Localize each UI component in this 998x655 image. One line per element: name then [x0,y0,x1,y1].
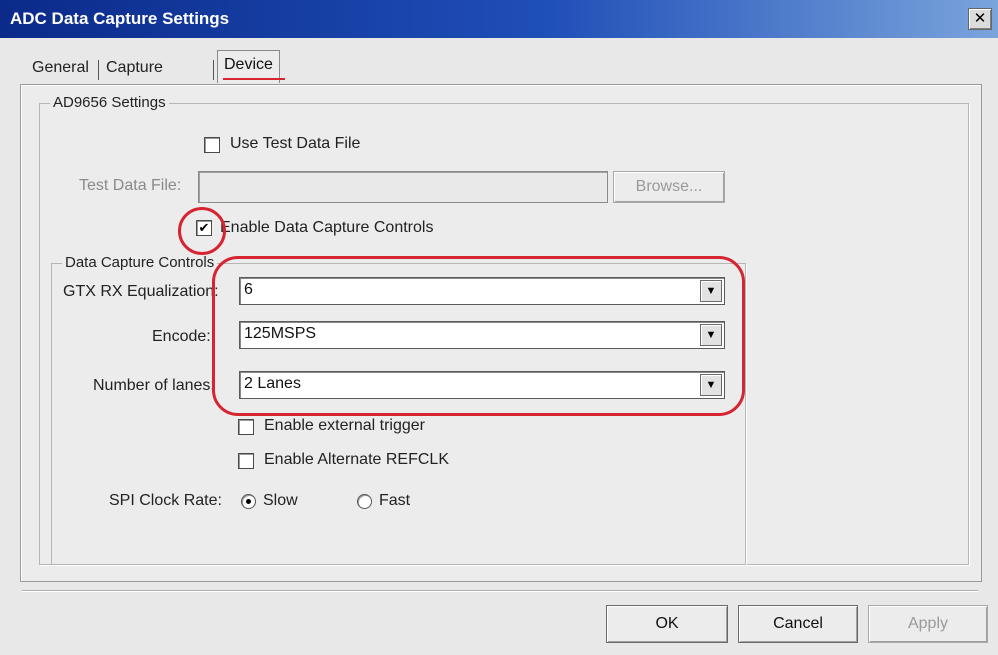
cancel-button[interactable]: Cancel [738,605,858,643]
browse-button[interactable]: Browse... [613,171,725,203]
apply-button[interactable]: Apply [868,605,988,643]
encode-value: 125MSPS [244,325,317,342]
window-title: ADC Data Capture Settings [10,9,230,28]
tab-general[interactable]: General [28,54,93,82]
enable-alternate-refclk-checkbox[interactable] [238,453,254,469]
check-mark-icon: ✔ [198,220,210,235]
enable-alternate-refclk-label: Enable Alternate REFCLK [264,451,449,468]
title-bar: ADC Data Capture Settings ✕ [0,0,998,38]
data-capture-controls-group: Data Capture Controls [51,254,746,565]
footer-divider [22,590,978,591]
enable-external-trigger-label: Enable external trigger [264,417,425,434]
number-of-lanes-value: 2 Lanes [244,375,301,392]
radio-selected-dot [246,499,251,504]
gtx-rx-equalization-value: 6 [244,281,253,298]
gtx-rx-equalization-label: GTX RX Equalization: [63,283,219,300]
enable-data-capture-controls-checkbox[interactable]: ✔ [196,220,212,236]
spi-clock-slow-radio[interactable] [241,494,256,509]
device-tab-panel: AD9656 Settings Use Test Data File Test … [20,84,982,582]
tab-separator [98,60,99,80]
spi-clock-fast-radio[interactable] [357,494,372,509]
chevron-down-icon[interactable]: ▼ [700,374,722,396]
enable-data-capture-controls-label: Enable Data Capture Controls [220,219,434,236]
use-test-data-file-label: Use Test Data File [230,135,361,152]
tab-capture-board[interactable]: Capture Board [102,54,167,104]
data-capture-controls-title: Data Capture Controls [62,254,218,271]
chevron-down-icon[interactable]: ▼ [700,280,722,302]
close-button[interactable]: ✕ [968,8,992,30]
gtx-rx-equalization-select[interactable]: 6 ▼ [239,277,725,305]
tab-separator [213,60,214,80]
spi-clock-rate-label: SPI Clock Rate: [109,492,222,509]
spi-clock-fast-label: Fast [379,492,411,509]
test-data-file-label: Test Data File: [79,177,182,194]
encode-label: Encode: [152,328,211,345]
ad9656-settings-title: AD9656 Settings [50,94,169,111]
active-tab-annotation-underline [223,78,285,80]
ok-button[interactable]: OK [606,605,728,643]
chevron-down-icon[interactable]: ▼ [700,324,722,346]
test-data-file-input[interactable] [198,171,608,203]
spi-clock-slow-label: Slow [263,492,298,509]
number-of-lanes-select[interactable]: 2 Lanes ▼ [239,371,725,399]
encode-select[interactable]: 125MSPS ▼ [239,321,725,349]
close-icon: ✕ [973,10,987,27]
number-of-lanes-label: Number of lanes: [93,377,215,394]
use-test-data-file-checkbox[interactable] [204,137,220,153]
enable-external-trigger-checkbox[interactable] [238,419,254,435]
